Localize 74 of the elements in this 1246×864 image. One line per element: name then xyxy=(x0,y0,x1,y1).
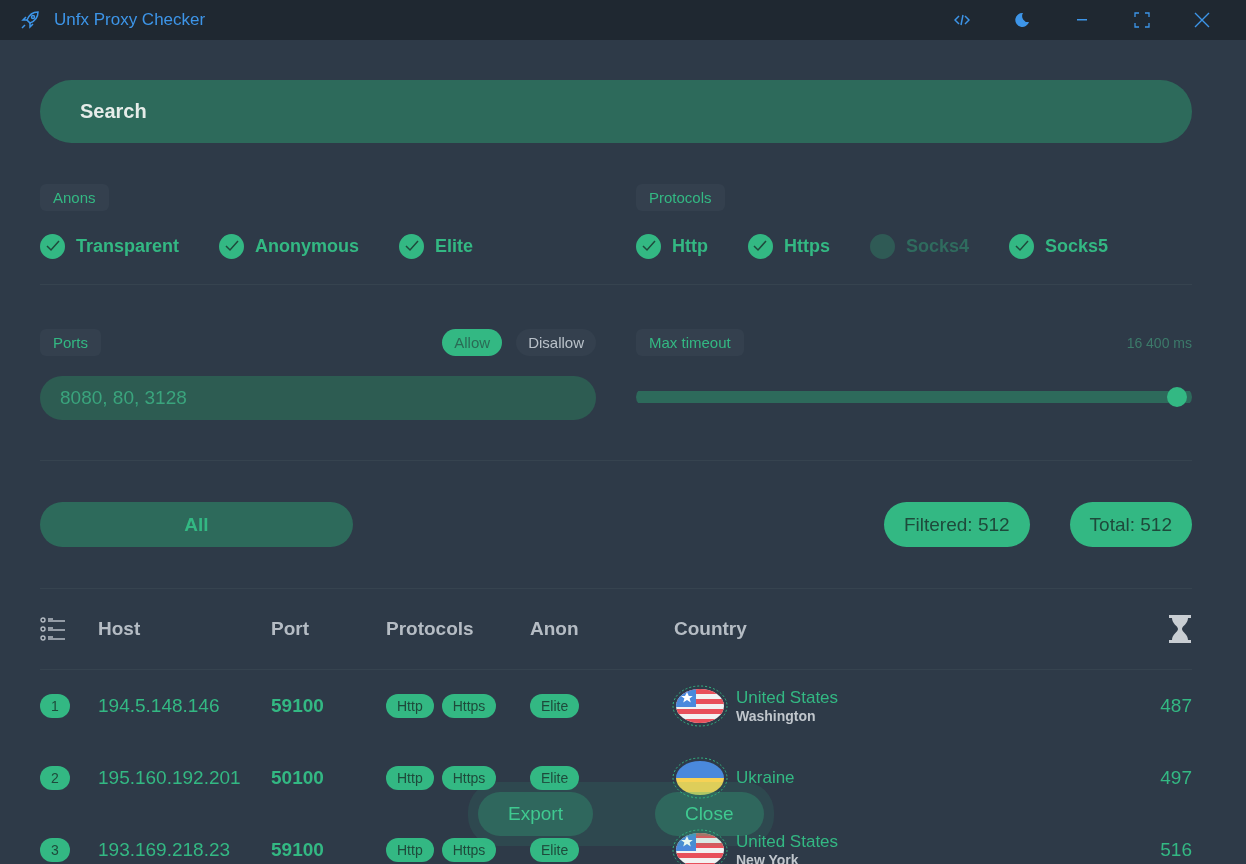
country-name: Ukraine xyxy=(736,768,795,788)
host-cell-text: 194.5.148.146 xyxy=(98,695,221,717)
maximize-icon[interactable] xyxy=(1134,12,1150,28)
anon-tag: Elite xyxy=(530,694,580,718)
timeout-cell: 497 xyxy=(1160,767,1192,789)
checkmark-icon xyxy=(404,240,419,252)
port-cell-text: 50100 xyxy=(271,767,325,789)
column-header[interactable]: Anon xyxy=(530,618,674,640)
moon-icon[interactable] xyxy=(1014,12,1030,28)
host-cell-text: 195.160.192.201 xyxy=(98,767,242,789)
ports-field[interactable]: 8080, 80, 3128 xyxy=(40,376,596,420)
timeout-cell: 516 xyxy=(1160,839,1192,861)
checkbox[interactable] xyxy=(219,233,245,259)
protocol-tag: Http xyxy=(386,766,434,790)
checkbox-label[interactable]: Anonymous xyxy=(255,235,360,257)
row-number: 3 xyxy=(40,838,70,862)
action-button[interactable]: Export xyxy=(478,792,593,836)
mode-toggle[interactable]: Disallow xyxy=(516,329,596,356)
country-name: United States xyxy=(736,688,839,708)
column-header[interactable]: Host xyxy=(98,618,271,640)
port-cell-text: 59100 xyxy=(271,839,325,861)
city-name: Washington xyxy=(736,708,817,724)
timeout-reading: 16 400 ms xyxy=(1126,334,1192,351)
anon-tag: Elite xyxy=(530,838,580,862)
group-label: Ports xyxy=(40,329,101,356)
flag-icon xyxy=(672,757,728,799)
column-header[interactable]: Protocols xyxy=(386,618,530,640)
checkbox[interactable] xyxy=(636,233,661,259)
checkbox-label[interactable]: Https xyxy=(784,235,830,257)
hourglass-icon[interactable] xyxy=(1168,615,1192,643)
checkmark-icon xyxy=(1014,240,1029,252)
checkbox-label[interactable]: Elite xyxy=(435,235,474,257)
checkmark-icon xyxy=(641,240,656,252)
protocol-tag: Https xyxy=(441,694,497,718)
filter-button[interactable]: All xyxy=(40,502,353,547)
group-label: Anons xyxy=(40,184,109,211)
checkmark-icon xyxy=(753,240,768,252)
checkbox[interactable] xyxy=(748,233,773,259)
flag-icon xyxy=(672,685,728,727)
protocol-tag: Http xyxy=(386,694,434,718)
protocol-tag: Https xyxy=(441,838,497,862)
close-icon[interactable] xyxy=(1194,12,1210,28)
row-number: 1 xyxy=(40,694,70,718)
action-button[interactable]: Close xyxy=(654,792,764,836)
checkbox[interactable] xyxy=(870,233,895,259)
group-label: Protocols xyxy=(636,184,725,211)
mode-toggle[interactable]: Allow xyxy=(442,329,503,356)
code-icon[interactable] xyxy=(954,14,970,26)
port-cell-text: 59100 xyxy=(271,695,325,717)
list-icon[interactable] xyxy=(40,617,66,641)
column-header[interactable]: Country xyxy=(674,618,1168,640)
host-cell-text: 193.169.218.23 xyxy=(98,839,232,861)
group-label: Max timeout xyxy=(636,329,744,356)
flag-icon xyxy=(672,829,728,864)
checkbox-label[interactable]: Socks5 xyxy=(1045,235,1109,257)
slider-thumb[interactable] xyxy=(1166,387,1187,407)
anon-tag: Elite xyxy=(530,766,580,790)
timeout-cell: 487 xyxy=(1160,695,1192,717)
row-number: 2 xyxy=(40,766,70,790)
checkbox[interactable] xyxy=(1009,233,1035,259)
filtered-count[interactable]: Filtered: 512 xyxy=(883,502,1030,547)
protocol-tag: Https xyxy=(441,766,497,790)
rocket-icon xyxy=(20,10,40,30)
checkbox-label[interactable]: Http xyxy=(672,235,708,257)
search-field[interactable]: Search xyxy=(40,80,1192,143)
checkbox[interactable] xyxy=(399,233,425,259)
checkmark-icon xyxy=(224,240,239,252)
checkmark-icon xyxy=(45,240,60,252)
protocol-tag: Http xyxy=(386,838,434,862)
window-title: Unfx Proxy Checker xyxy=(54,10,207,30)
total-count[interactable]: Total: 512 xyxy=(1069,502,1192,547)
column-header[interactable]: Port xyxy=(271,618,386,640)
checkbox-label[interactable]: Transparent xyxy=(76,235,180,257)
checkbox[interactable] xyxy=(40,233,65,259)
